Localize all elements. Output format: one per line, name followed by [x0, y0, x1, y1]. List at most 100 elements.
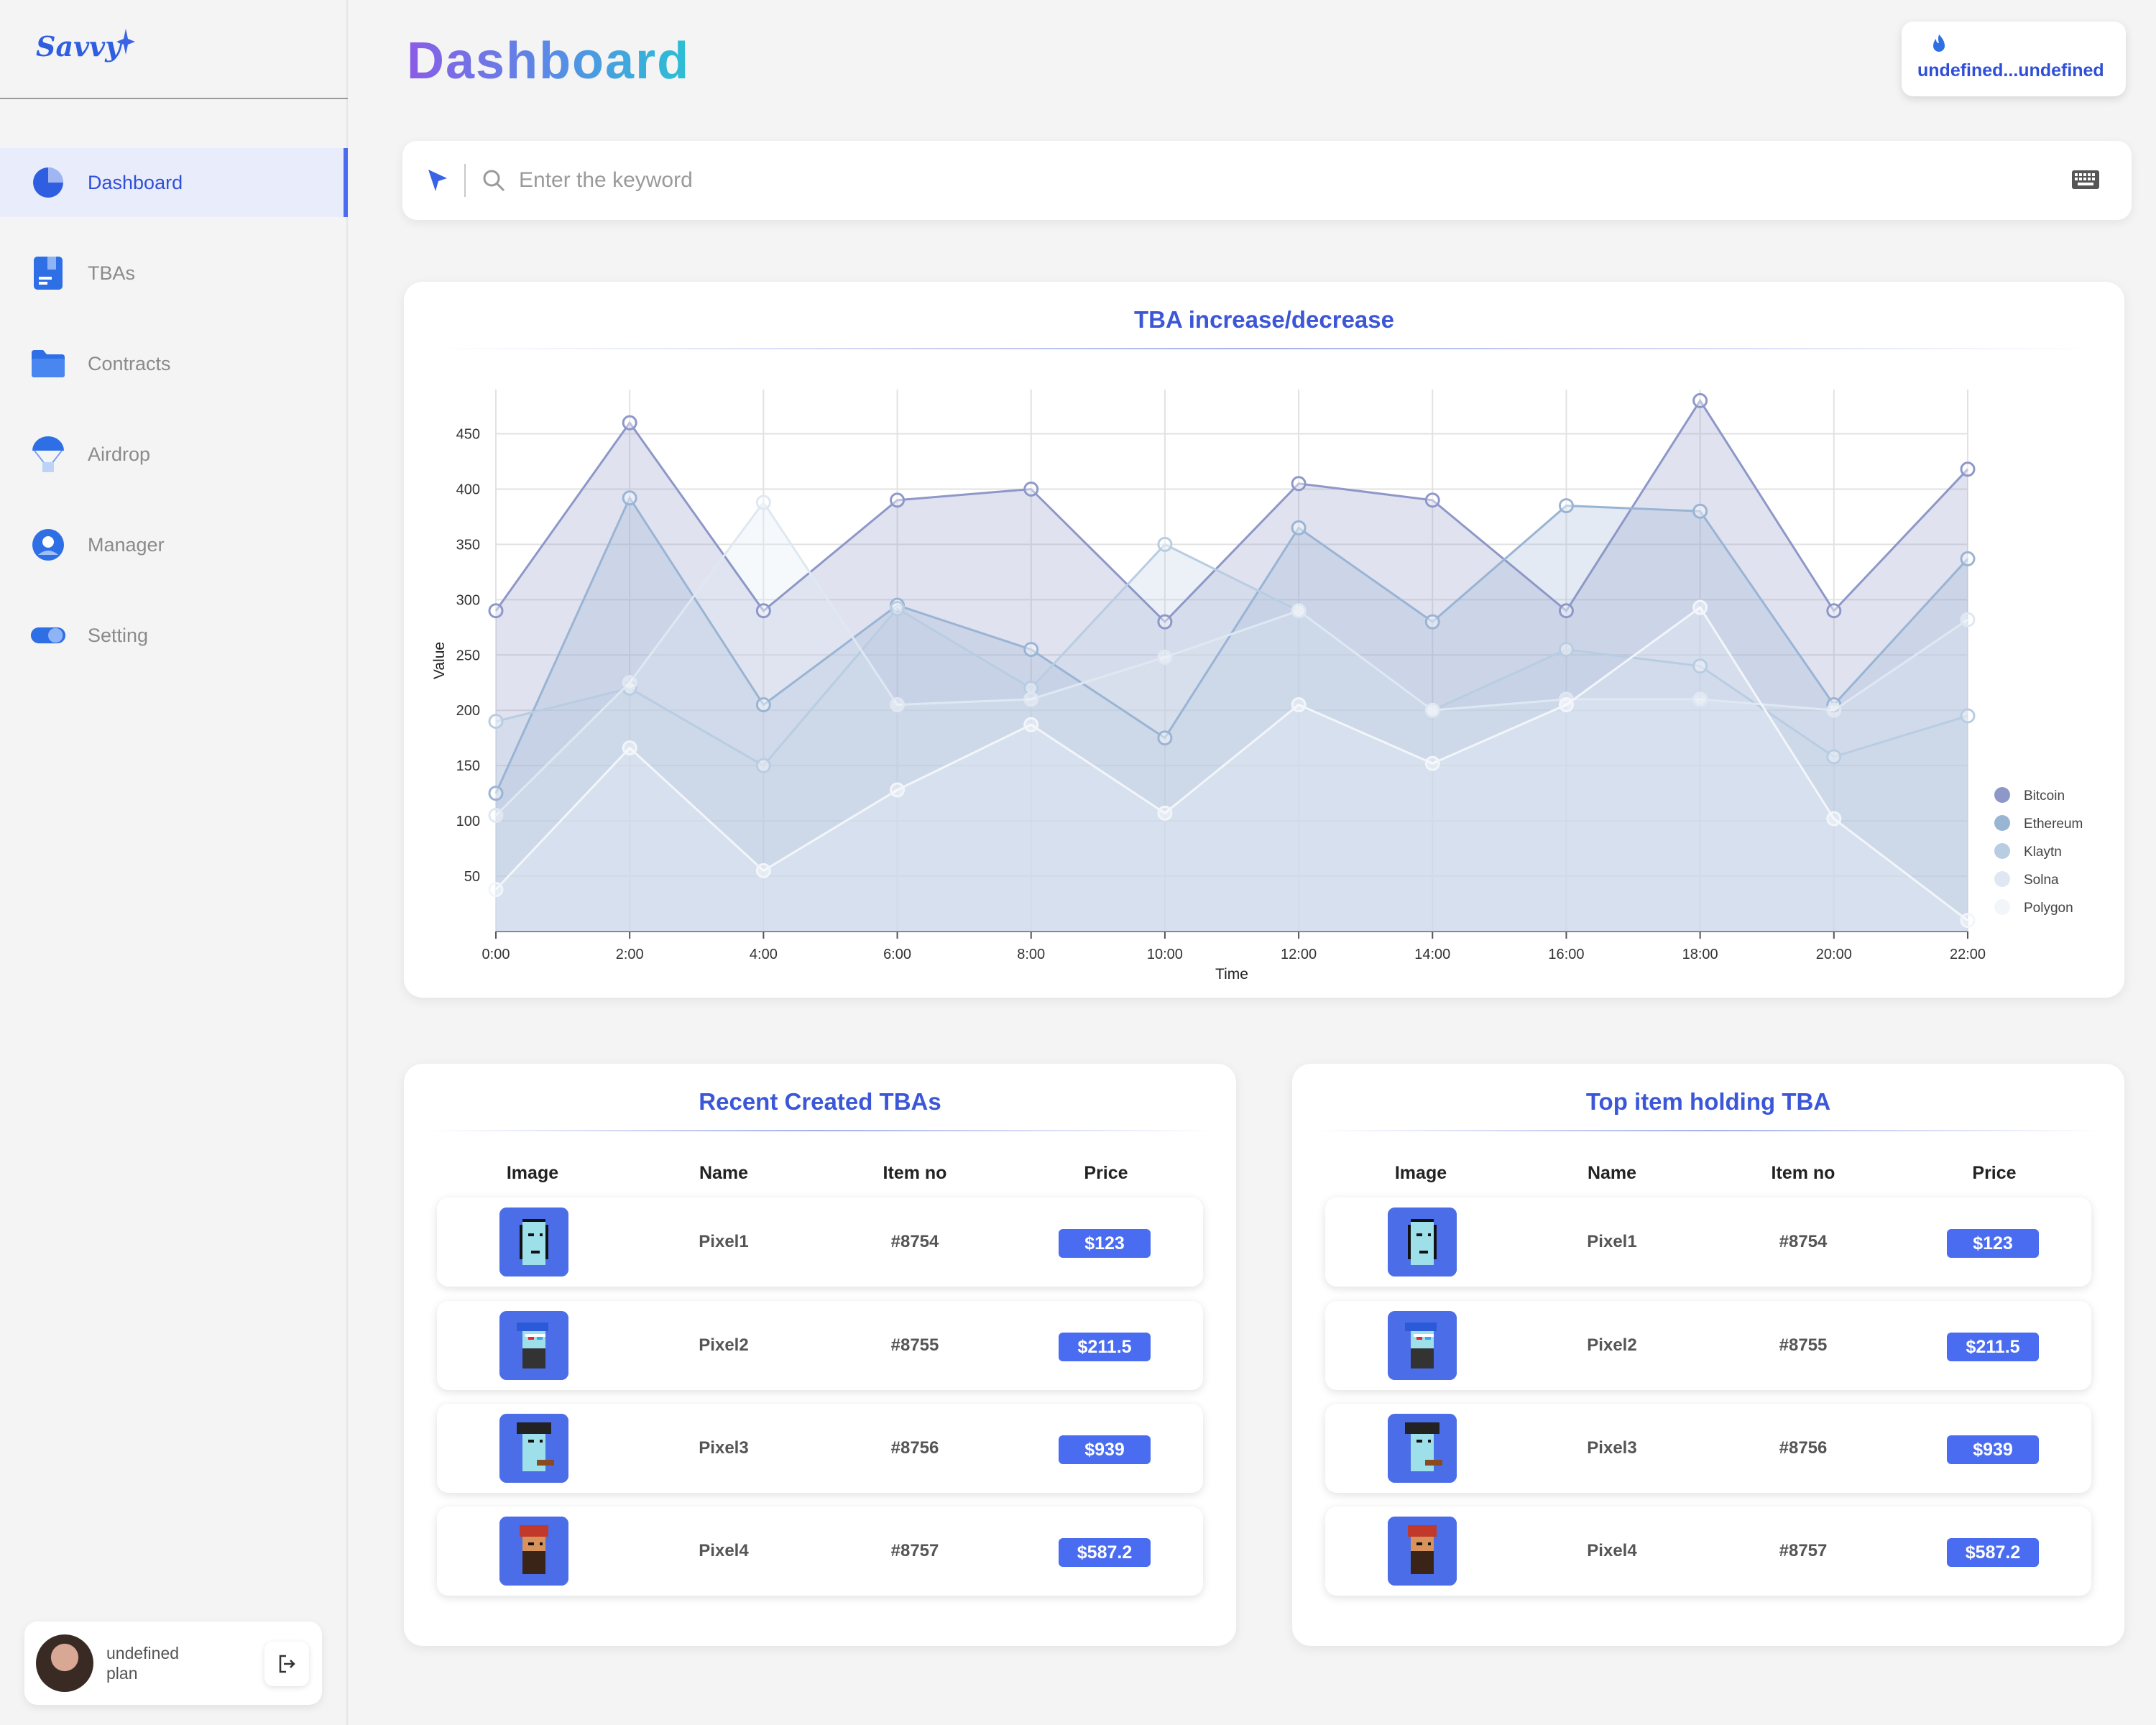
- data-point-bitcoin: [1692, 392, 1708, 408]
- sidebar-item-contracts[interactable]: Contracts: [0, 329, 348, 398]
- data-point-klaytn: [1960, 708, 1976, 724]
- page-title: Dashboard: [407, 32, 691, 90]
- x-tick-label: 22:00: [1950, 947, 1986, 962]
- table-row[interactable]: Pixel4 #8757 $587.2: [437, 1506, 1203, 1596]
- sidebar-item-label: Setting: [88, 624, 149, 646]
- price-badge[interactable]: $939: [1947, 1435, 2039, 1464]
- sidebar-item-airdrop[interactable]: Airdrop: [0, 420, 348, 489]
- y-tick-label: 250: [456, 648, 480, 663]
- table-row[interactable]: Pixel2 #8755 $211.5: [437, 1301, 1203, 1390]
- y-tick-label: 300: [456, 592, 480, 608]
- y-tick-label: 50: [464, 869, 480, 885]
- pixel-punk-icon: [1388, 1311, 1457, 1380]
- data-point-bitcoin: [488, 603, 504, 619]
- row-name: Pixel1: [1587, 1232, 1637, 1251]
- legend-label: Polygon: [2024, 901, 2073, 916]
- data-point-klaytn: [1692, 658, 1708, 674]
- x-tick-label: 12:00: [1281, 947, 1317, 962]
- logout-icon: [279, 1655, 295, 1673]
- y-tick-label: 100: [456, 814, 480, 829]
- chart-card: TBA increase/decrease 50 100 150 200 250 300 3…: [404, 282, 2124, 998]
- data-point-polygon: [488, 882, 504, 898]
- wallet-button[interactable]: undefined...undefined: [1902, 22, 2126, 96]
- pie-chart-icon: [30, 165, 66, 201]
- data-point-polygon: [1960, 913, 1976, 929]
- x-axis-label: Time: [1215, 966, 1248, 983]
- table-row[interactable]: Pixel2 #8755 $211.5: [1325, 1301, 2091, 1390]
- user-info: undefined plan: [106, 1643, 179, 1683]
- top-item-tba-title: Top item holding TBA: [1585, 1088, 1831, 1115]
- data-point-klaytn: [1157, 536, 1173, 552]
- search-input[interactable]: [519, 168, 1956, 193]
- x-tick-label: 18:00: [1682, 947, 1718, 962]
- data-point-bitcoin: [1558, 603, 1574, 619]
- price-badge[interactable]: $587.2: [1947, 1538, 2039, 1567]
- row-name: Pixel4: [1587, 1541, 1637, 1560]
- data-point-solna: [890, 697, 906, 713]
- logo[interactable]: Savvy: [36, 30, 121, 63]
- row-item-no: #8756: [890, 1438, 939, 1458]
- pixel-punk-icon: [499, 1208, 568, 1276]
- data-point-polygon: [1826, 811, 1842, 827]
- logout-button[interactable]: [264, 1642, 309, 1686]
- data-point-bitcoin: [622, 415, 637, 431]
- folder-icon: [30, 346, 66, 382]
- row-name: Pixel2: [699, 1335, 749, 1355]
- legend-marker-ethereum: [1994, 815, 2010, 831]
- recent-tbas-card: Recent Created TBAs Image Name Item no P…: [404, 1064, 1236, 1646]
- price-badge[interactable]: $939: [1059, 1435, 1151, 1464]
- sidebar-item-manager[interactable]: Manager: [0, 510, 348, 579]
- pixel-punk-icon: [499, 1311, 568, 1380]
- data-point-bitcoin: [1960, 461, 1976, 477]
- avatar[interactable]: [36, 1634, 93, 1692]
- row-name: Pixel1: [699, 1232, 749, 1251]
- x-tick-label: 6:00: [883, 947, 911, 962]
- row-item-no: #8754: [890, 1232, 939, 1251]
- nft-thumbnail: [1388, 1414, 1457, 1483]
- nft-thumbnail: [499, 1311, 568, 1380]
- data-point-ethereum: [622, 490, 637, 506]
- logo-star-icon: [116, 29, 135, 55]
- data-point-solna: [1960, 612, 1976, 627]
- table-row[interactable]: Pixel1 #8754 $123: [1325, 1197, 2091, 1287]
- flame-icon: [1933, 34, 1945, 52]
- data-point-klaytn: [488, 714, 504, 730]
- column-header-image: Image: [1394, 1163, 1447, 1183]
- keyboard-icon[interactable]: [2071, 170, 2100, 190]
- price-badge[interactable]: $587.2: [1059, 1538, 1151, 1567]
- row-item-no: #8755: [1779, 1335, 1828, 1355]
- data-point-polygon: [890, 782, 906, 798]
- price-badge[interactable]: $211.5: [1947, 1333, 2039, 1361]
- user-plan: plan: [106, 1664, 138, 1683]
- sidebar-item-setting[interactable]: Setting: [0, 601, 348, 670]
- price-badge[interactable]: $123: [1059, 1229, 1151, 1258]
- x-tick-label: 2:00: [616, 947, 644, 962]
- y-tick-label: 200: [456, 703, 480, 719]
- data-point-solna: [755, 494, 771, 510]
- data-point-ethereum: [755, 697, 771, 713]
- x-tick-label: 0:00: [482, 947, 510, 962]
- table-row[interactable]: Pixel4 #8757 $587.2: [1325, 1506, 2091, 1596]
- price-badge[interactable]: $211.5: [1059, 1333, 1151, 1361]
- column-header-price: Price: [1972, 1163, 2017, 1183]
- pixel-punk-icon: [1388, 1414, 1457, 1483]
- pixel-punk-icon: [499, 1414, 568, 1483]
- legend-marker-klaytn: [1994, 843, 2010, 859]
- sidebar-item-tbas[interactable]: TBAs: [0, 239, 348, 308]
- data-point-polygon: [1692, 599, 1708, 615]
- sparkle-icon[interactable]: [425, 168, 450, 193]
- table-row[interactable]: Pixel3 #8756 $939: [437, 1404, 1203, 1493]
- column-header-item-no: Item no: [883, 1163, 947, 1183]
- table-row[interactable]: Pixel3 #8756 $939: [1325, 1404, 2091, 1493]
- data-point-solna: [1291, 603, 1307, 619]
- price-badge[interactable]: $123: [1947, 1229, 2039, 1258]
- table-row[interactable]: Pixel1 #8754 $123: [437, 1197, 1203, 1287]
- sidebar-item-dashboard[interactable]: Dashboard: [0, 148, 348, 217]
- data-point-bitcoin: [1424, 492, 1440, 508]
- y-tick-label: 450: [456, 427, 480, 443]
- pixel-punk-icon: [499, 1517, 568, 1586]
- x-tick-label: 20:00: [1816, 947, 1852, 962]
- data-point-solna: [1157, 649, 1173, 665]
- data-point-klaytn: [1558, 642, 1574, 658]
- nft-thumbnail: [499, 1517, 568, 1586]
